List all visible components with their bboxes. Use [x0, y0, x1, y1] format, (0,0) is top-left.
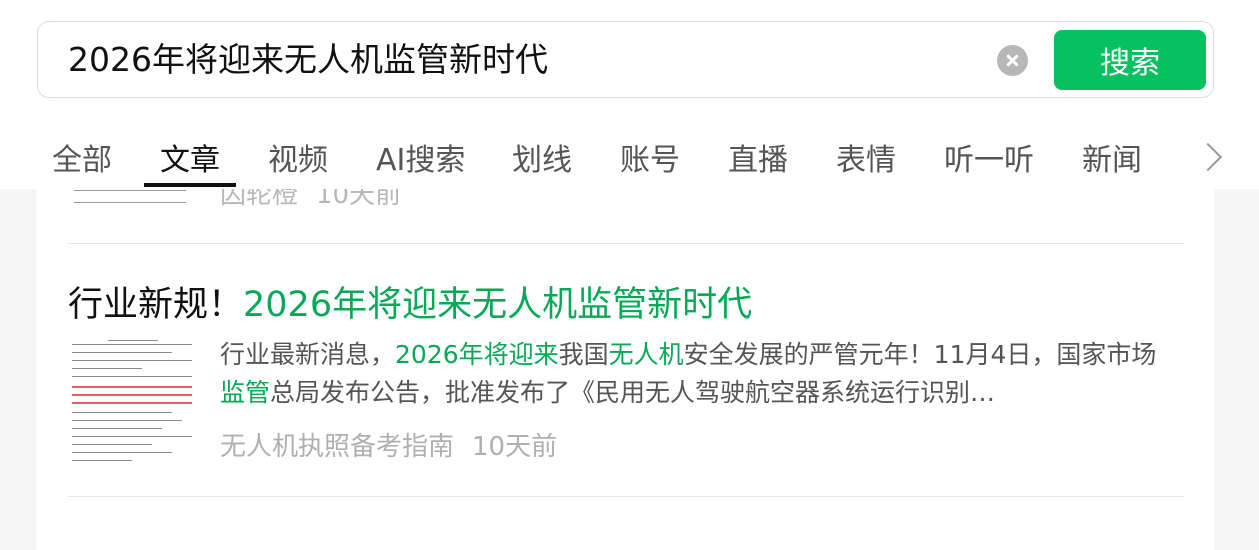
tab-articles[interactable]: 文章: [160, 135, 220, 179]
result-divider: [68, 496, 1184, 497]
result-snippet: 行业最新消息，2026年将迎来我国无人机安全发展的严管元年！11月4日，国家市场…: [220, 336, 1180, 412]
snippet-highlight: 监管: [220, 378, 271, 407]
result-thumbnail[interactable]: [68, 336, 196, 466]
tab-news[interactable]: 新闻: [1082, 135, 1142, 179]
tab-all[interactable]: 全部: [52, 135, 112, 179]
tab-live[interactable]: 直播: [728, 135, 788, 179]
result-divider: [68, 243, 1184, 244]
tab-highlights[interactable]: 划线: [512, 135, 572, 179]
search-header: 搜索 全部 文章 视频 AI搜索 划线 账号 直播 表情 听一听 新闻: [0, 0, 1259, 189]
search-box: [37, 21, 1214, 98]
snippet-highlight: 2026年将迎来: [395, 340, 559, 369]
tab-listen[interactable]: 听一听: [944, 135, 1034, 179]
snippet-segment: 行业最新消息，: [220, 340, 396, 369]
chevron-right-icon[interactable]: [1196, 137, 1226, 177]
clear-search-icon[interactable]: [997, 45, 1028, 76]
active-tab-indicator: [144, 183, 236, 187]
tab-ai-search[interactable]: AI搜索: [376, 135, 465, 179]
result-source[interactable]: 无人机执照备考指南: [220, 432, 454, 462]
search-input[interactable]: [68, 40, 968, 80]
search-button[interactable]: 搜索: [1054, 30, 1206, 90]
result-title[interactable]: 行业新规！2026年将迎来无人机监管新时代: [68, 276, 752, 327]
results-list: 囚轮橙 10天前 行业新规！2026年将迎来无人机监管新时代 行业最新消息，202…: [36, 150, 1214, 550]
result-meta: 无人机执照备考指南 10天前: [220, 426, 557, 463]
filter-tabs: 全部 文章 视频 AI搜索 划线 账号 直播 表情 听一听 新闻: [0, 127, 1259, 189]
tab-videos[interactable]: 视频: [268, 135, 328, 179]
snippet-segment: 总局发布公告，批准发布了《民用无人驾驶航空器系统运行识别…: [270, 378, 996, 407]
result-time: 10天前: [472, 432, 558, 462]
result-title-highlight: 2026年将迎来无人机监管新时代: [243, 285, 753, 325]
snippet-segment: 我国: [558, 340, 609, 369]
snippet-highlight: 无人机: [608, 340, 684, 369]
result-title-prefix: 行业新规！: [68, 285, 244, 325]
snippet-segment: 安全发展的严管元年！11月4日，国家市场: [683, 340, 1157, 369]
tab-accounts[interactable]: 账号: [620, 135, 680, 179]
tab-stickers[interactable]: 表情: [836, 135, 896, 179]
